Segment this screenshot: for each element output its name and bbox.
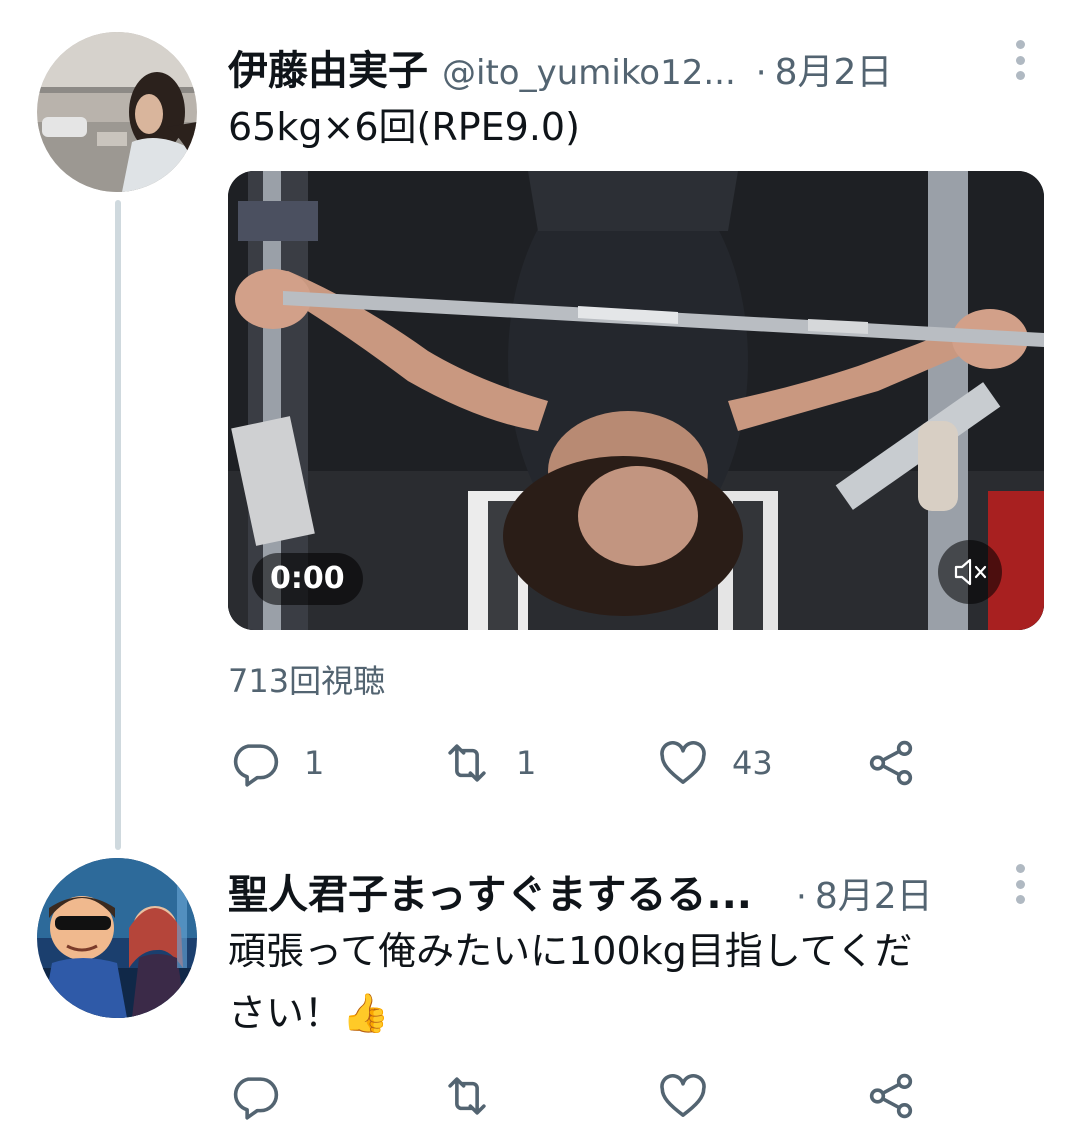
reply-text-line-2: さい！👍 [228,991,390,1035]
reply-date[interactable]: 8月2日 [815,867,933,919]
tweet-header: 伊藤由実子 @ito_yumiko12... · 8月2日 [228,38,892,96]
share-icon [869,1073,913,1119]
share-icon [869,740,913,786]
reply-action-bar [228,1066,1048,1126]
retweet-button[interactable]: 1 [440,733,536,793]
reply-text-line-1: 頑張って俺みたいに100kg目指してくだ [228,929,913,973]
speaker-muted-icon[interactable] [938,540,1002,604]
speech-bubble-icon [233,744,279,787]
more-options-icon[interactable] [1013,40,1027,80]
heart-icon [660,1074,706,1117]
retweet-count: 1 [516,744,537,782]
tweet-date[interactable]: 8月2日 [775,43,893,95]
author-handle[interactable]: @ito_yumiko12... [442,53,736,93]
thread-connector-line [115,200,121,850]
heart-icon [660,741,706,784]
video-timestamp: 0:00 [252,553,363,605]
avatar-illustration [37,858,197,1018]
like-button[interactable] [656,1066,710,1126]
share-button[interactable] [864,733,918,793]
reply-count: 1 [304,744,325,782]
speech-bubble-icon [233,1077,279,1120]
separator-dot: · [755,53,767,93]
reply-button[interactable]: 1 [228,733,324,793]
author-display-name[interactable]: 伊藤由実子 [228,38,428,96]
share-button[interactable] [864,1066,918,1126]
view-count: 713回視聴 [228,662,386,700]
retweet-arrows-icon [448,1077,486,1115]
reply-header: 聖人君子まっすぐまするる... · 8月2日 [228,862,933,920]
reply-author-avatar[interactable] [37,858,197,1018]
reply-author-display-name[interactable]: 聖人君子まっすぐまするる... [228,862,752,920]
reply-text: 頑張って俺みたいに100kg目指してくだ さい！👍 [228,920,912,1044]
retweet-arrows-icon [448,744,486,782]
tweet-action-bar: 1 1 43 [228,733,1048,793]
more-options-icon[interactable] [1013,864,1027,904]
avatar-photo [37,32,197,192]
like-count: 43 [732,744,773,782]
reply-button[interactable] [228,1066,282,1126]
like-button[interactable]: 43 [656,733,773,793]
tweet-text: 65kg×6回(RPE9.0) [228,105,580,149]
author-avatar[interactable] [37,32,197,192]
separator-dot: · [796,877,807,917]
retweet-button[interactable] [440,1066,494,1126]
